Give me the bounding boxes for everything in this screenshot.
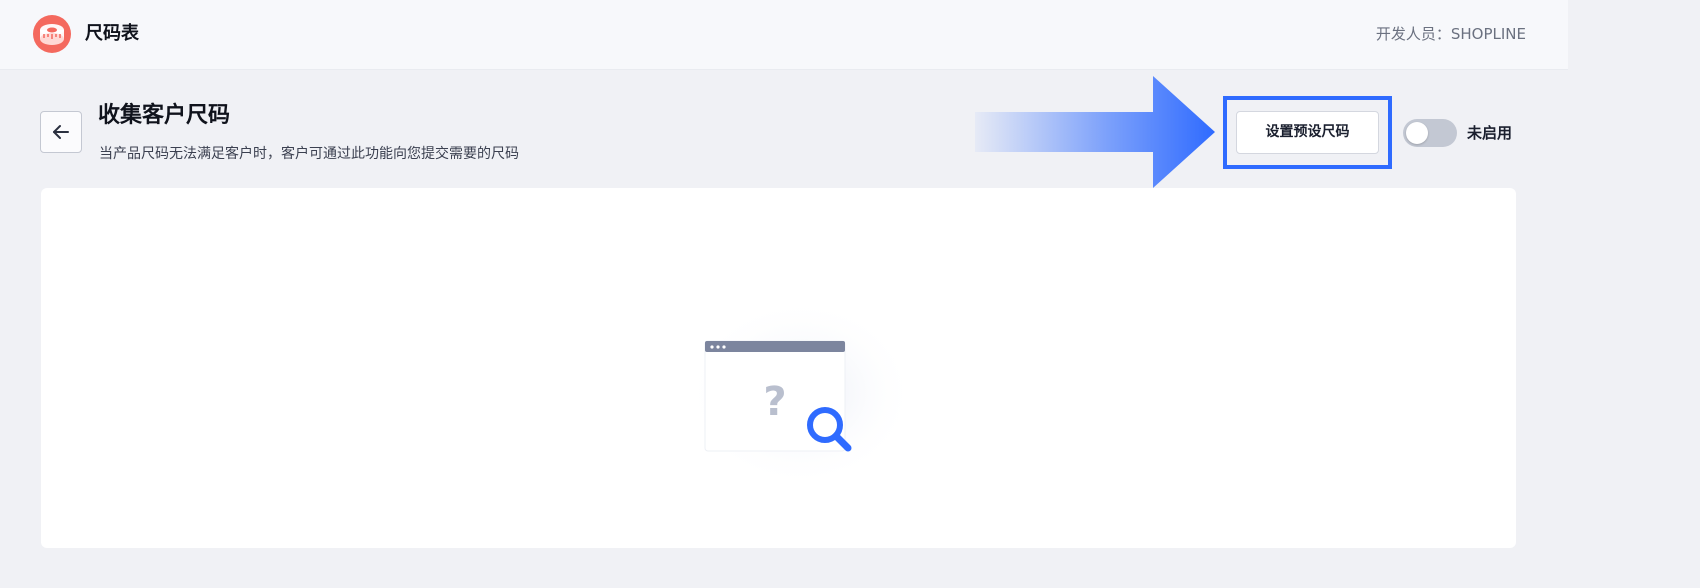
arrow-left-icon — [53, 125, 69, 139]
top-bar: 尺码表 开发人员：SHOPLINE — [0, 0, 1568, 70]
enable-toggle[interactable] — [1403, 119, 1457, 147]
annotation-arrow-icon — [975, 76, 1215, 188]
svg-text:?: ? — [763, 379, 786, 425]
content-card: ? — [41, 188, 1516, 548]
app-logo-icon — [33, 15, 71, 53]
toggle-knob — [1406, 122, 1428, 144]
set-preset-sizes-button[interactable]: 设置预设尺码 — [1236, 111, 1379, 154]
page-subtitle: 当产品尺码无法满足客户时，客户可通过此功能向您提交需要的尺码 — [99, 146, 519, 162]
search-question-icon: ? — [686, 298, 916, 488]
app-title: 尺码表 — [85, 23, 139, 44]
developer-info: 开发人员：SHOPLINE — [1375, 25, 1526, 43]
back-button[interactable] — [40, 111, 82, 153]
page-title: 收集客户尺码 — [98, 103, 231, 128]
toggle-status-label: 未启用 — [1467, 124, 1513, 142]
